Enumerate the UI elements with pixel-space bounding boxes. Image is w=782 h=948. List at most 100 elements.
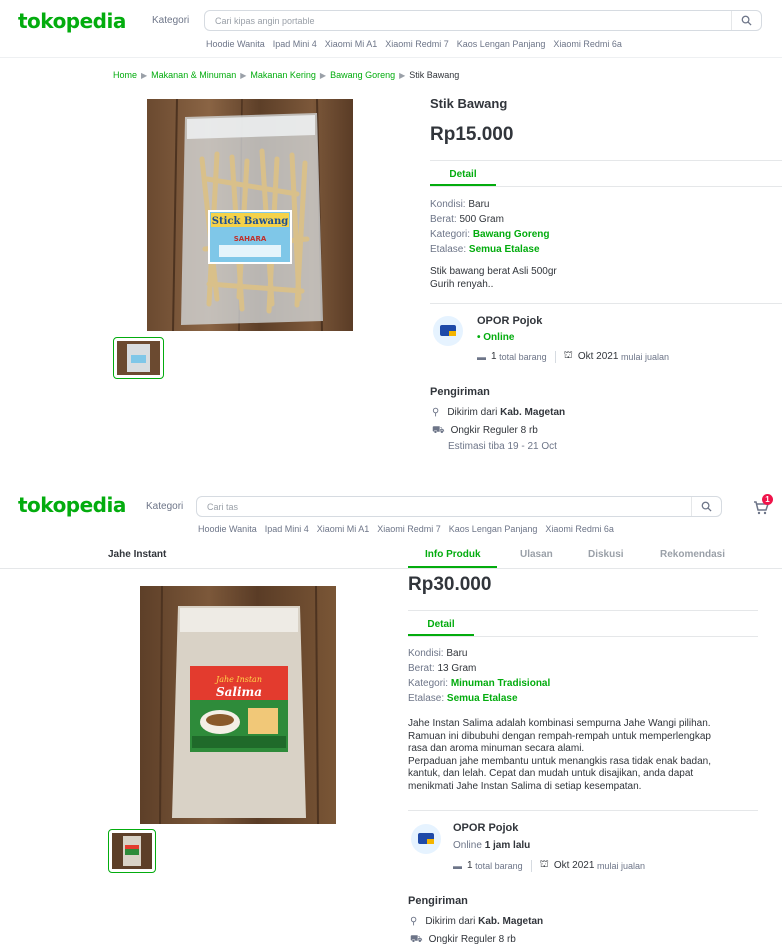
product-description: Jahe Instan Salima adalah kombinasi semp…	[408, 718, 711, 793]
tab-detail[interactable]: Detail	[408, 619, 474, 630]
product-main-image[interactable]: Stick Bawang SAHARA	[147, 99, 353, 331]
breadcrumb-home[interactable]: Home	[113, 70, 137, 80]
box-icon: ▬	[453, 860, 462, 871]
tokopedia-logo[interactable]: tokopedia	[18, 9, 126, 33]
divider	[408, 810, 758, 811]
description-line: menikmati Jahe Instan Salima di setiap k…	[408, 780, 642, 792]
shop-name[interactable]: OPOR Pojok	[453, 822, 518, 834]
store-icon: ⛫	[563, 350, 573, 361]
product-price: Rp15.000	[430, 124, 514, 145]
divider	[408, 610, 758, 611]
etalase-link[interactable]: Semua Etalase	[447, 693, 518, 704]
spec-etalase: Etalase: Semua Etalase	[430, 244, 540, 255]
product-thumbnail[interactable]	[113, 337, 164, 379]
breadcrumb-separator-icon: ▶	[399, 71, 406, 80]
shop-avatar[interactable]	[411, 824, 441, 854]
product-title: Stik Bawang	[430, 96, 508, 111]
tokopedia-logo[interactable]: tokopedia	[18, 493, 126, 517]
search-suggestions: Hoodie Wanita Ipad Mini 4 Xiaomi Mi A1 Xiao…	[198, 524, 622, 534]
description-line: Jahe Instan Salima adalah kombinasi semp…	[408, 718, 711, 729]
suggestion-chip[interactable]: Ipad Mini 4	[273, 39, 317, 49]
spec-berat: Berat: 500 Gram	[430, 214, 504, 225]
search-input[interactable]: Cari tas	[196, 496, 722, 517]
shop-since-label: mulai jualan	[596, 860, 645, 871]
product-specs: Kondisi: Baru Berat: 500 Gram Kategori: …	[430, 197, 550, 257]
product-price: Rp30.000	[408, 574, 492, 595]
etalase-link[interactable]: Semua Etalase	[469, 244, 540, 255]
suggestion-chip[interactable]: Hoodie Wanita	[206, 39, 265, 49]
shop-icon	[440, 325, 456, 336]
shop-total-count: 1	[467, 860, 473, 871]
thumbnail-photo	[117, 341, 160, 375]
tab-info-produk[interactable]: Info Produk	[425, 549, 481, 560]
search-placeholder: Cari tas	[207, 502, 239, 512]
divider	[430, 186, 782, 187]
shop-meta: ▬ 1 total barang ⛫ Okt 2021 mulai jualan	[453, 859, 645, 872]
shop-total-count: 1	[491, 351, 497, 362]
kategori-link[interactable]: Minuman Tradisional	[451, 678, 550, 689]
cart-button[interactable]: 1	[751, 494, 773, 515]
spec-kategori: Kategori: Minuman Tradisional	[408, 678, 551, 689]
search-button[interactable]	[691, 497, 721, 516]
shipping-title: Pengiriman	[408, 895, 468, 907]
suggestion-chip[interactable]: Kaos Lengan Panjang	[457, 39, 546, 49]
tab-detail[interactable]: Detail	[430, 169, 496, 180]
header-divider	[0, 57, 782, 58]
spec-kondisi: Kondisi: Baru	[430, 199, 490, 210]
meta-divider	[530, 859, 532, 872]
spec-berat: Berat: 13 Gram	[408, 663, 477, 674]
suggestion-chip[interactable]: Kaos Lengan Panjang	[449, 524, 538, 534]
search-icon	[741, 15, 752, 26]
kategori-link[interactable]: Bawang Goreng	[473, 229, 550, 240]
suggestion-chip[interactable]: Xiaomi Redmi 6a	[545, 524, 614, 534]
tab-diskusi[interactable]: Diskusi	[588, 549, 624, 560]
package-label: Stick Bawang	[212, 216, 288, 227]
suggestion-chip[interactable]: Xiaomi Redmi 7	[377, 524, 441, 534]
product-thumbnail[interactable]	[108, 829, 156, 873]
shop-icon	[418, 833, 434, 844]
suggestion-chip[interactable]: Ipad Mini 4	[265, 524, 309, 534]
product-photo: Stick Bawang SAHARA	[147, 99, 353, 331]
kategori-button[interactable]: Kategori	[152, 15, 189, 26]
product-description: Stik bawang berat Asli 500gr Gurih renya…	[430, 266, 557, 291]
search-placeholder: Cari kipas angin portable	[215, 16, 315, 26]
search-button[interactable]	[731, 11, 761, 30]
shop-name[interactable]: OPOR Pojok	[477, 315, 542, 327]
divider	[430, 160, 782, 161]
suggestion-chip[interactable]: Hoodie Wanita	[198, 524, 257, 534]
shipping-origin: ⚲ Dikirim dari Kab. Magetan	[432, 407, 566, 418]
package-brand: Salima	[216, 685, 262, 699]
breadcrumb-separator-icon: ▶	[141, 71, 148, 80]
shipping-origin: ⚲ Dikirim dari Kab. Magetan	[410, 916, 544, 927]
box-icon: ▬	[477, 351, 486, 362]
shipping-ongkir: ⛟ Ongkir Reguler 8 rb	[410, 934, 516, 945]
search-icon	[701, 501, 712, 512]
suggestion-chip[interactable]: Xiaomi Redmi 7	[385, 39, 449, 49]
breadcrumb-subcategory[interactable]: Makanan Kering	[250, 70, 316, 80]
spec-kondisi: Kondisi: Baru	[408, 648, 468, 659]
location-pin-icon: ⚲	[410, 916, 418, 927]
package-brand: SAHARA	[234, 235, 267, 243]
tab-rekomendasi[interactable]: Rekomendasi	[660, 549, 725, 560]
search-input[interactable]: Cari kipas angin portable	[204, 10, 762, 31]
breadcrumb-current: Stik Bawang	[409, 70, 460, 80]
tab-ulasan[interactable]: Ulasan	[520, 549, 553, 560]
breadcrumb-separator-icon: ▶	[319, 71, 327, 80]
shop-avatar[interactable]	[433, 316, 463, 346]
kategori-button[interactable]: Kategori	[146, 501, 183, 512]
shop-meta: ▬ 1 total barang ⛫ Okt 2021 mulai jualan	[477, 350, 669, 363]
breadcrumb-subsubcategory[interactable]: Bawang Goreng	[330, 70, 395, 80]
cart-badge: 1	[762, 494, 773, 505]
suggestion-chip[interactable]: Xiaomi Redmi 6a	[553, 39, 622, 49]
truck-icon: ⛟	[410, 934, 423, 945]
product-main-image[interactable]: Jahe Instan Salima	[140, 586, 336, 824]
suggestion-chip[interactable]: Xiaomi Mi A1	[317, 524, 370, 534]
divider	[0, 568, 782, 569]
shipping-ongkir: ⛟ Ongkir Reguler 8 rb	[432, 425, 538, 436]
breadcrumb-category[interactable]: Makanan & Minuman	[151, 70, 236, 80]
breadcrumb-separator-icon: ▶	[240, 71, 247, 80]
shop-online-status: • Online	[477, 332, 515, 343]
suggestion-chip[interactable]: Xiaomi Mi A1	[325, 39, 378, 49]
description-line: rasa dan aroma minuman secara alami.	[408, 743, 585, 754]
description-line: Gurih renyah..	[430, 278, 494, 290]
